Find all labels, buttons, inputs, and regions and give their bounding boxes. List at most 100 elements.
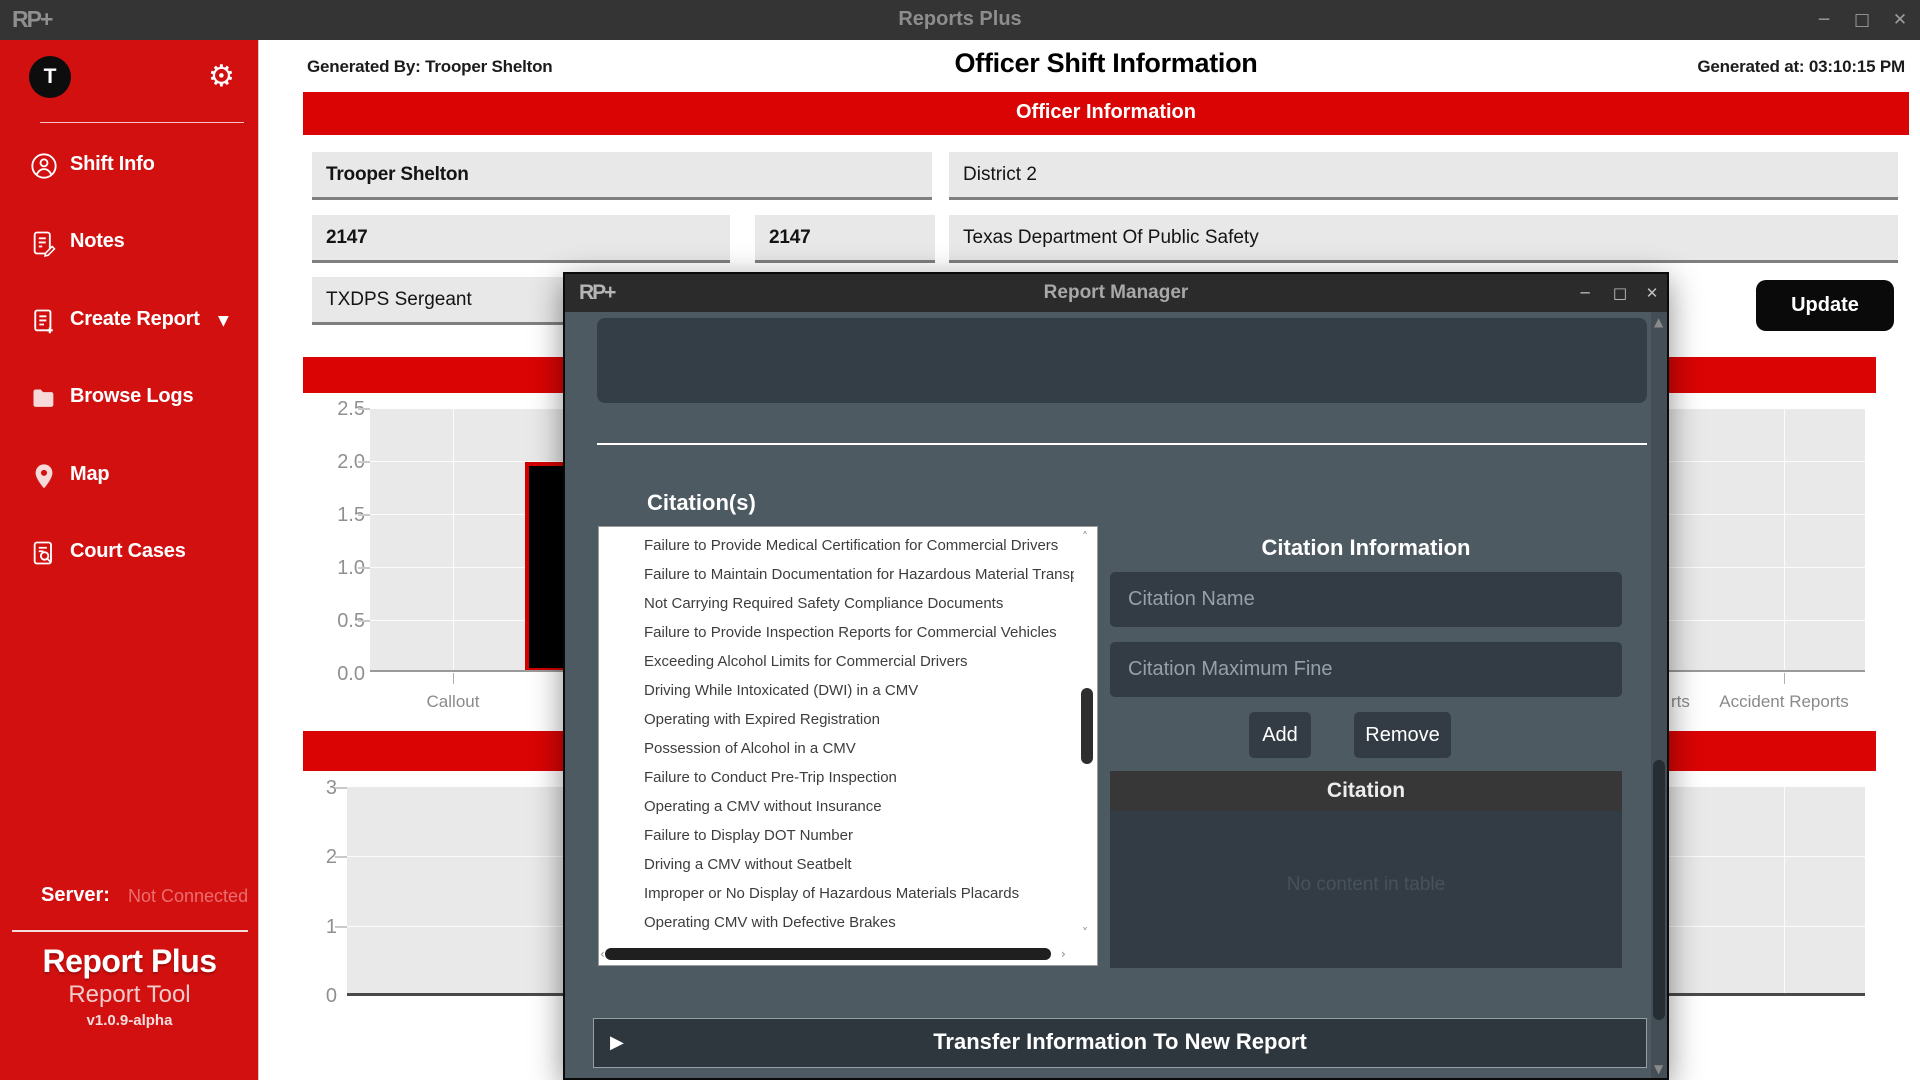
app-version: v1.0.9-alpha bbox=[86, 1012, 173, 1029]
generated-at-text: Generated at: 03:10:15 PM bbox=[1697, 57, 1905, 76]
citation-list-item[interactable]: Failure to Provide Inspection Reports fo… bbox=[644, 618, 1074, 647]
avatar[interactable]: T bbox=[29, 56, 71, 98]
sidebar-item-label: Browse Logs bbox=[70, 385, 194, 407]
citations-heading: Citation(s) bbox=[647, 490, 756, 515]
chart2-ytick: 3 bbox=[325, 777, 337, 799]
sidebar-item-label: Court Cases bbox=[70, 540, 186, 562]
sidebar-item-notes[interactable]: Notes bbox=[0, 227, 259, 261]
dialog-titlebar: RP+ Report Manager ─ □ ✕ bbox=[565, 274, 1667, 312]
sidebar-divider bbox=[12, 930, 248, 932]
report-notes-textarea[interactable] bbox=[597, 318, 1647, 403]
chart2-ytick: 1 bbox=[325, 916, 337, 938]
sidebar: T ⚙ Shift Info Notes Create Report ▼ Bro… bbox=[0, 40, 259, 1080]
sidebar-divider bbox=[40, 122, 244, 123]
chart1-ytick: 0.0 bbox=[337, 663, 365, 685]
dialog-vertical-scrollbar[interactable]: ▲ ▼ bbox=[1651, 312, 1667, 1078]
add-button[interactable]: Add bbox=[1249, 712, 1311, 758]
settings-gear-icon[interactable]: ⚙ bbox=[208, 62, 235, 92]
sidebar-item-label: Map bbox=[70, 463, 110, 485]
chart1-xlabel-accident-reports: Accident Reports bbox=[1719, 692, 1849, 711]
sidebar-item-label: Shift Info bbox=[70, 153, 155, 175]
dialog-close-button[interactable]: ✕ bbox=[1637, 278, 1667, 308]
scroll-up-icon[interactable]: ▲ bbox=[1654, 315, 1663, 329]
chart1-ytick: 2.0 bbox=[337, 451, 365, 473]
chevron-down-icon[interactable]: ▼ bbox=[218, 313, 229, 329]
citation-list-item[interactable]: Failure to Maintain Documentation for Ha… bbox=[644, 560, 1074, 589]
citation-list-item[interactable]: Driving While Intoxicated (DWI) in a CMV bbox=[644, 676, 1074, 705]
citation-information-heading: Citation Information bbox=[1261, 535, 1471, 560]
sidebar-item-label: Create Report bbox=[70, 308, 200, 330]
scroll-right-icon[interactable]: › bbox=[1061, 947, 1066, 961]
citation-list-item[interactable]: Not Carrying Required Safety Compliance … bbox=[644, 589, 1074, 618]
server-label: Server: bbox=[41, 884, 110, 906]
chart1-xlabel-callout: Callout bbox=[426, 692, 480, 711]
citation-list-item[interactable]: Improper or No Display of Hazardous Mate… bbox=[644, 879, 1074, 908]
scroll-up-icon[interactable]: ˄ bbox=[1082, 530, 1088, 544]
map-pin-icon bbox=[30, 462, 58, 490]
citation-list-item[interactable]: Operating CMV with Defective Brakes bbox=[644, 908, 1074, 937]
citation-list-item[interactable]: Possession of Alcohol in a CMV bbox=[644, 734, 1074, 763]
officer-information-banner: Officer Information bbox=[303, 92, 1909, 135]
folder-icon bbox=[30, 384, 58, 412]
officer-name-field[interactable]: Trooper Shelton bbox=[312, 152, 932, 200]
officer-information-banner-label: Officer Information bbox=[1015, 101, 1196, 123]
citation-list-item[interactable]: Failure to Display DOT Number bbox=[644, 821, 1074, 850]
district-field[interactable]: District 2 bbox=[949, 152, 1898, 200]
sidebar-item-create-report[interactable]: Create Report ▼ bbox=[0, 305, 259, 339]
citation-table-header: Citation bbox=[1110, 771, 1622, 811]
scroll-down-icon[interactable]: ▼ bbox=[1654, 1062, 1663, 1076]
close-button[interactable]: ✕ bbox=[1884, 4, 1916, 36]
chart2-ytick: 0 bbox=[325, 985, 337, 1007]
server-status: Not Connected bbox=[128, 886, 249, 906]
dialog-separator bbox=[597, 443, 1647, 445]
window-titlebar: RP+ Reports Plus ─ □ ✕ bbox=[0, 0, 1920, 40]
citation-table-empty-text: No content in table bbox=[1286, 874, 1446, 895]
sidebar-item-browse-logs[interactable]: Browse Logs bbox=[0, 382, 259, 416]
citation-name-input[interactable] bbox=[1110, 572, 1622, 627]
citation-list-vertical-scrollbar[interactable]: ˄ ˅ bbox=[1079, 528, 1096, 965]
citation-list-item[interactable]: Failure to Provide Medical Certification… bbox=[644, 531, 1074, 560]
window-title: Reports Plus bbox=[898, 8, 1022, 30]
chart1-ytick: 1.5 bbox=[337, 504, 365, 526]
person-icon bbox=[30, 152, 58, 180]
remove-button[interactable]: Remove bbox=[1354, 712, 1451, 758]
badge-number-field[interactable]: 2147 bbox=[312, 215, 730, 263]
minimize-button[interactable]: ─ bbox=[1808, 4, 1840, 36]
chart1-ytick: 0.5 bbox=[337, 610, 365, 632]
transfer-information-label: Transfer Information To New Report bbox=[933, 1029, 1307, 1054]
vertical-scroll-thumb[interactable] bbox=[1081, 688, 1093, 764]
horizontal-scroll-thumb[interactable] bbox=[605, 948, 1051, 960]
play-icon: ▶ bbox=[610, 1032, 624, 1053]
dialog-title: Report Manager bbox=[1043, 282, 1189, 303]
update-button[interactable]: Update bbox=[1756, 280, 1894, 331]
court-cases-icon bbox=[30, 539, 58, 567]
chart1-ytick: 1.0 bbox=[337, 557, 365, 579]
sidebar-item-map[interactable]: Map bbox=[0, 460, 259, 494]
brand-subtitle: Report Tool bbox=[68, 981, 191, 1008]
scroll-down-icon[interactable]: ˅ bbox=[1082, 926, 1088, 940]
dialog-maximize-button[interactable]: □ bbox=[1605, 278, 1635, 308]
report-manager-dialog: RP+ Report Manager ─ □ ✕ Citation(s) Fai… bbox=[563, 272, 1669, 1080]
maximize-button[interactable]: □ bbox=[1846, 4, 1878, 36]
sidebar-item-shift-info[interactable]: Shift Info bbox=[0, 150, 259, 184]
create-report-icon bbox=[30, 307, 58, 335]
department-field[interactable]: Texas Department Of Public Safety bbox=[949, 215, 1898, 263]
chart1-ytick: 2.5 bbox=[337, 398, 365, 420]
citation-listbox[interactable]: Failure to Provide Medical Certification… bbox=[598, 526, 1098, 966]
citation-list-item[interactable]: Operating with Expired Registration bbox=[644, 705, 1074, 734]
sidebar-item-label: Notes bbox=[70, 230, 125, 252]
transfer-information-button[interactable]: ▶ Transfer Information To New Report bbox=[593, 1018, 1647, 1068]
citation-list-item[interactable]: Driving a CMV without Seatbelt bbox=[644, 850, 1074, 879]
chart2-ytick: 2 bbox=[325, 846, 337, 868]
notes-icon bbox=[30, 229, 58, 257]
vertical-scroll-thumb[interactable] bbox=[1653, 760, 1665, 1020]
citation-list-item[interactable]: Failure to Conduct Pre-Trip Inspection bbox=[644, 763, 1074, 792]
sidebar-item-court-cases[interactable]: Court Cases bbox=[0, 537, 259, 571]
citation-max-fine-input[interactable] bbox=[1110, 642, 1622, 697]
citation-list-item[interactable]: Exceeding Alcohol Limits for Commercial … bbox=[644, 647, 1074, 676]
unit-number-field[interactable]: 2147 bbox=[755, 215, 935, 263]
app-window: RP+ Reports Plus ─ □ ✕ T ⚙ Shift Info No… bbox=[0, 0, 1920, 1080]
citation-list-item[interactable]: Operating a CMV without Insurance bbox=[644, 792, 1074, 821]
brand-title: Report Plus bbox=[42, 943, 217, 979]
dialog-minimize-button[interactable]: ─ bbox=[1570, 278, 1600, 308]
